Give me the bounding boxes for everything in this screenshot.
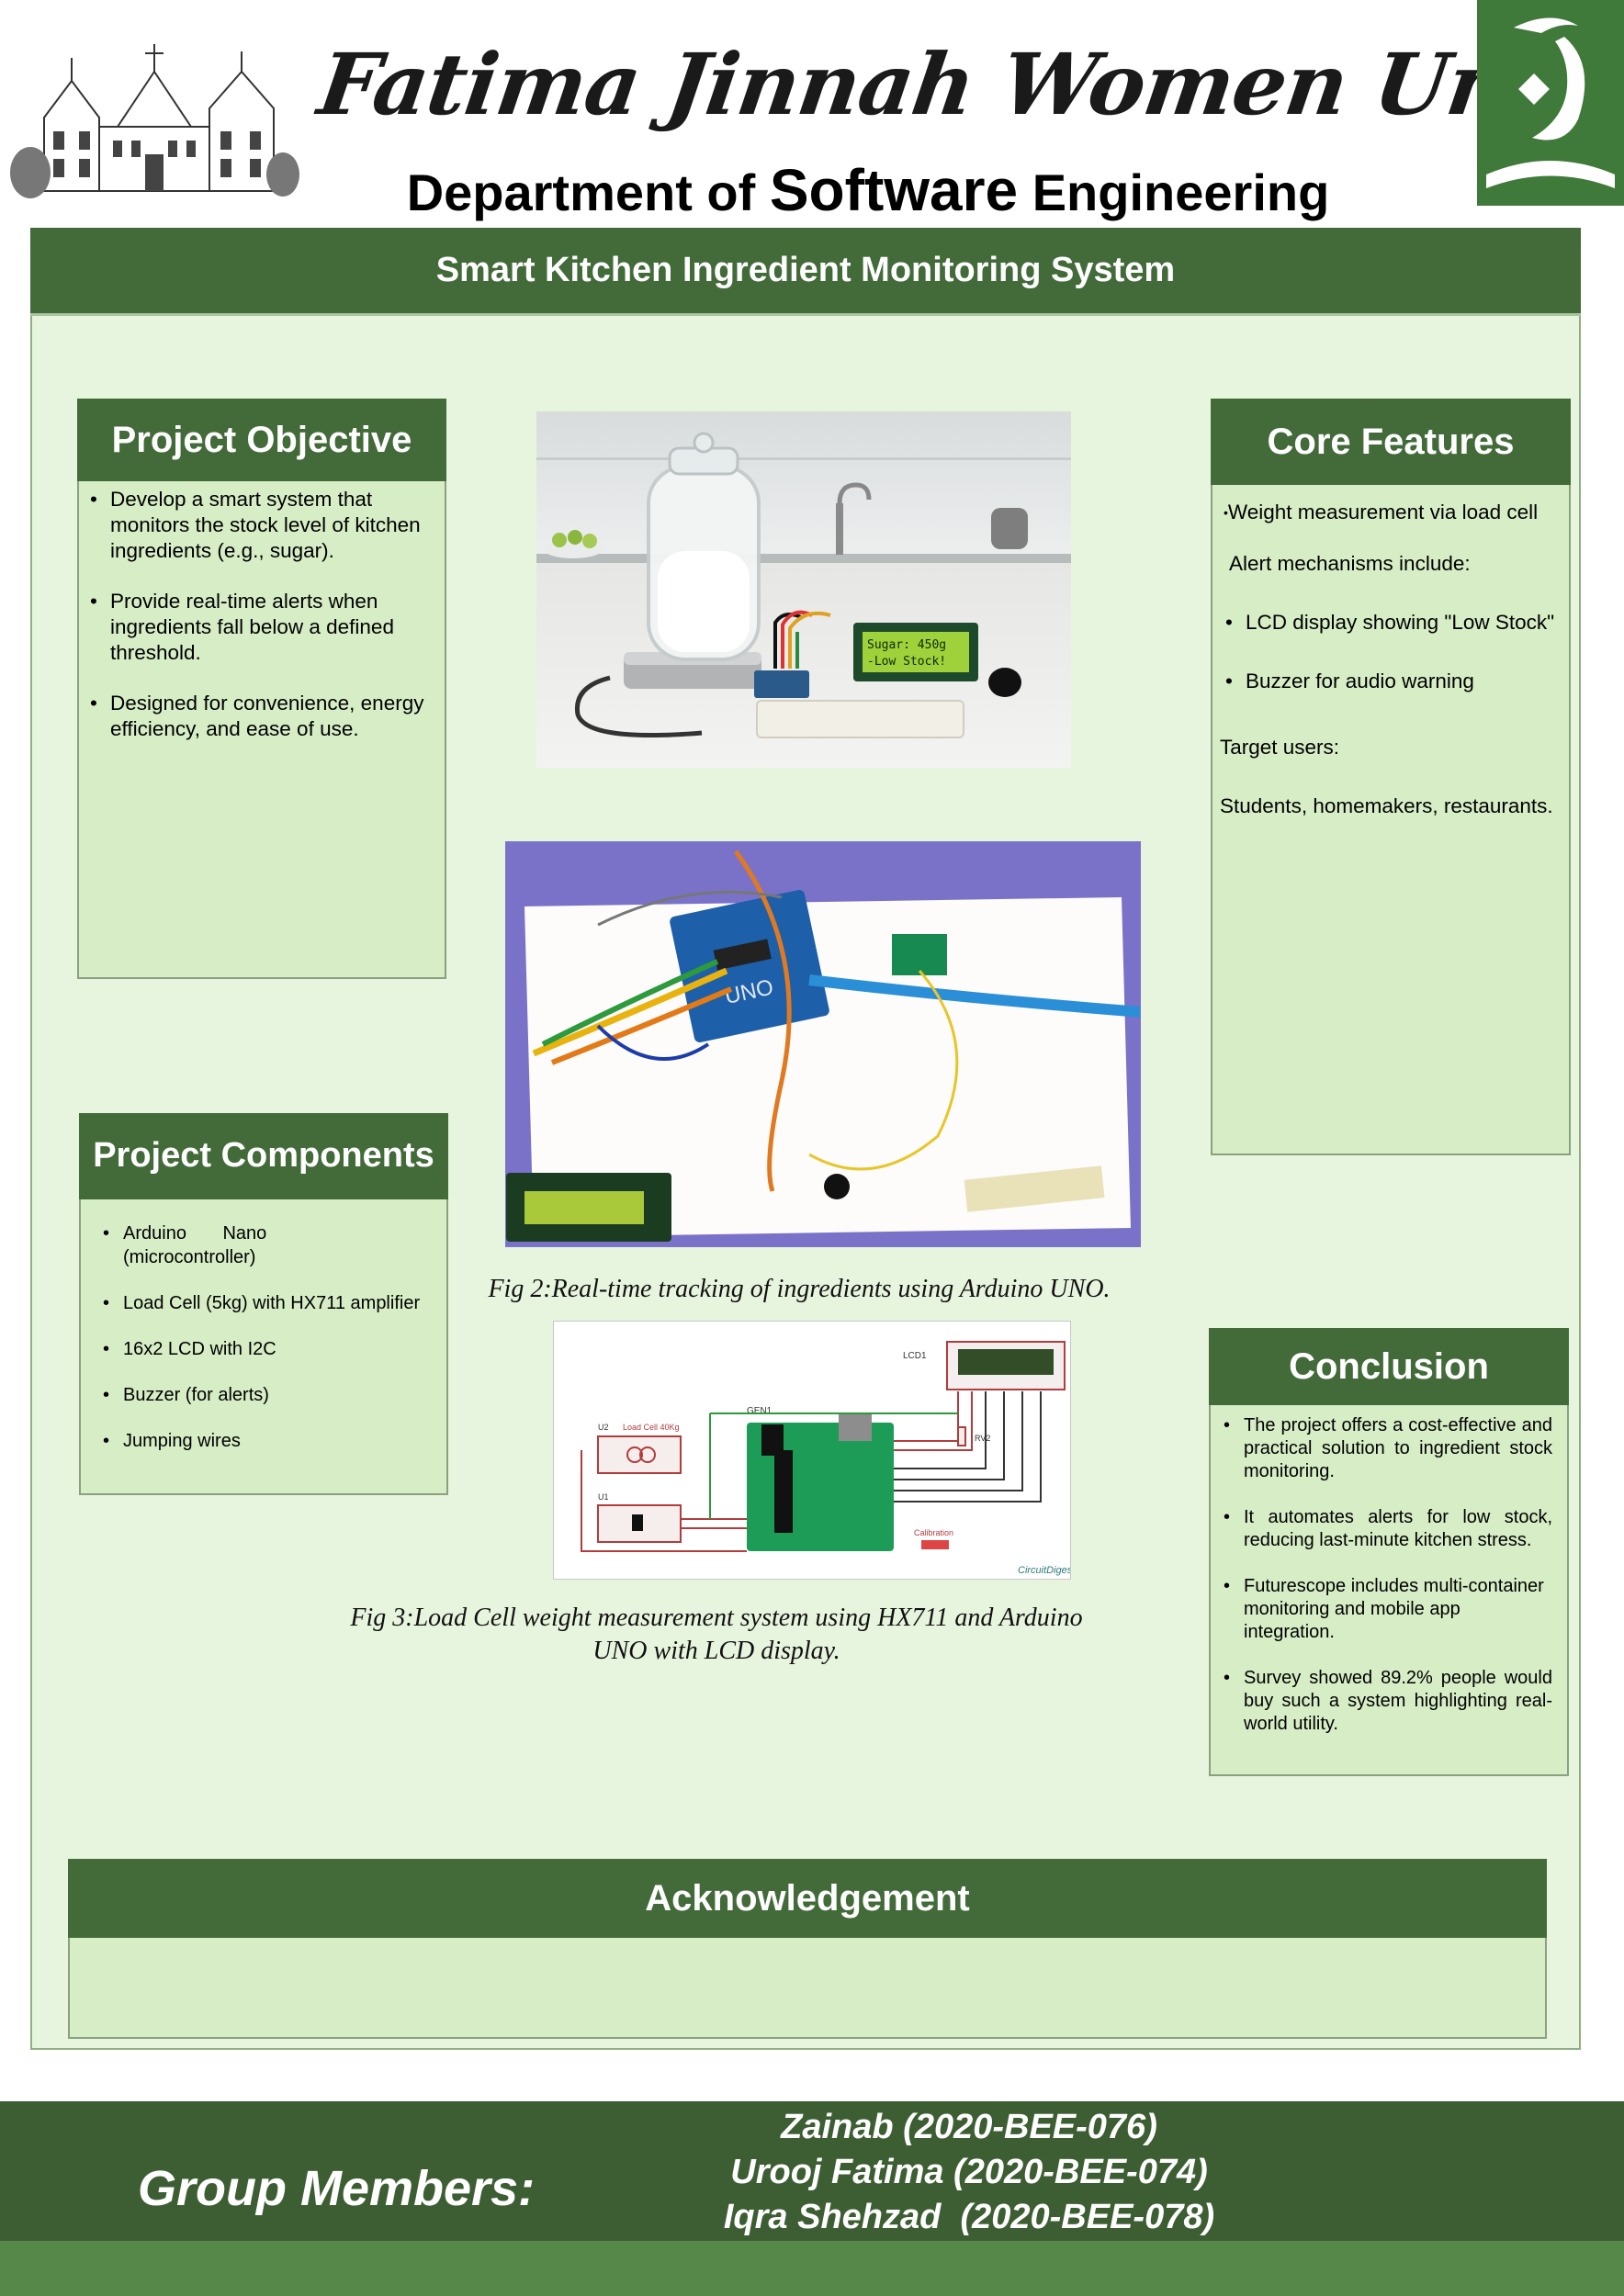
- components-panel: Project Components Arduino Nano (microco…: [79, 1113, 448, 1495]
- list-item: The project offers a cost-effective and …: [1218, 1414, 1552, 1483]
- list-item: Futurescope includes multi-container mon…: [1218, 1575, 1552, 1644]
- list-item: Buzzer for audio warning: [1220, 669, 1562, 694]
- list-item: Develop a smart system that monitors the…: [85, 487, 432, 564]
- features-panel: Core Features •Weight measurement via lo…: [1211, 399, 1571, 1155]
- list-item: Buzzer (for alerts): [97, 1383, 435, 1407]
- schematic-loadcell-label: Load Cell 40Kg: [623, 1423, 680, 1432]
- components-list: Arduino Nano (microcontroller) Load Cell…: [97, 1221, 435, 1475]
- list-item: Jumping wires: [97, 1429, 435, 1453]
- list-item: It automates alerts for low stock, reduc…: [1218, 1506, 1552, 1552]
- university-building-illustration: [7, 17, 301, 200]
- poster-title: Smart Kitchen Ingredient Monitoring Syst…: [30, 228, 1581, 316]
- dept-suffix: Engineering: [1018, 163, 1330, 221]
- schematic-lcd-label: LCD1: [903, 1351, 927, 1361]
- member-name: Zainab (2020-BEE-076): [781, 2108, 1157, 2146]
- acknowledgement-panel: Acknowledgement: [68, 1859, 1547, 2039]
- department-name: Department of Software Engineering: [303, 156, 1433, 224]
- list-item: Survey showed 89.2% people would buy suc…: [1218, 1667, 1552, 1736]
- list-item: Load Cell (5kg) with HX711 amplifier: [97, 1291, 435, 1315]
- fig2-caption: Fig 2:Real-time tracking of ingredients …: [488, 1275, 1111, 1303]
- group-members-label: Group Members:: [138, 2161, 536, 2216]
- group-members-list: Zainab (2020-BEE-076) Urooj Fatima (2020…: [698, 2105, 1240, 2240]
- acknowledgement-heading: Acknowledgement: [68, 1859, 1547, 1938]
- features-body: •Weight measurement via load cell Alert …: [1220, 500, 1562, 819]
- schematic-brand: CircuitDigest: [1018, 1565, 1071, 1576]
- schematic-u2-label: U2: [598, 1423, 609, 1432]
- kitchen-setup-photo: Sugar: 450g -Low Stock!: [536, 411, 1071, 768]
- schematic-rv-label: RV2: [975, 1434, 990, 1443]
- objective-panel: Project Objective Develop a smart system…: [77, 399, 446, 979]
- features-heading: Core Features: [1211, 399, 1571, 485]
- list-item: Arduino Nano (microcontroller): [97, 1221, 435, 1269]
- member-name: Urooj Fatima (2020-BEE-074): [730, 2153, 1208, 2191]
- schematic-gen-label: GEN1: [747, 1406, 773, 1416]
- member-name: Iqra Shehzad (2020-BEE-078): [723, 2198, 1215, 2236]
- schematic-calibration-label: Calibration: [914, 1528, 953, 1537]
- components-heading: Project Components: [79, 1113, 448, 1199]
- university-logo: [1477, 0, 1624, 206]
- footer-strip: [0, 2241, 1624, 2296]
- conclusion-heading: Conclusion: [1209, 1328, 1569, 1405]
- fig3-caption: Fig 3:Load Cell weight measurement syste…: [350, 1604, 1083, 1665]
- feature-weight-text: Weight measurement via load cell: [1227, 501, 1539, 523]
- circuit-schematic: LCD1 GEN1 U2 Load Cell 40Kg U1 RV2 Calib…: [553, 1321, 1071, 1580]
- schematic-u1-label: U1: [598, 1492, 609, 1502]
- list-item: LCD display showing "Low Stock": [1220, 610, 1562, 636]
- dept-prefix: Department of: [406, 163, 770, 221]
- university-name: Fatima Jinnah Women University: [312, 35, 1624, 134]
- lcd-line-2: -Low Stock!: [867, 655, 946, 669]
- objective-heading: Project Objective: [77, 399, 446, 481]
- feature-alert-list: LCD display showing "Low Stock" Buzzer f…: [1220, 610, 1562, 694]
- feature-weight: •Weight measurement via load cell: [1224, 501, 1539, 523]
- lcd-line-1: Sugar: 450g: [867, 638, 946, 652]
- list-item: 16x2 LCD with I2C: [97, 1337, 435, 1361]
- objective-list: Develop a smart system that monitors the…: [85, 487, 432, 767]
- conclusion-list: The project offers a cost-effective and …: [1218, 1414, 1552, 1759]
- list-item: Designed for convenience, energy efficie…: [85, 691, 432, 742]
- feature-alert-intro: Alert mechanisms include:: [1229, 552, 1471, 575]
- feature-target-users: Students, homemakers, restaurants.: [1220, 794, 1553, 817]
- prototype-photo: UNO: [505, 841, 1141, 1247]
- list-item: Provide real-time alerts when ingredient…: [85, 589, 432, 666]
- dept-big-word: Software: [769, 157, 1019, 223]
- conclusion-panel: Conclusion The project offers a cost-eff…: [1209, 1328, 1569, 1776]
- feature-target-label: Target users:: [1220, 736, 1340, 759]
